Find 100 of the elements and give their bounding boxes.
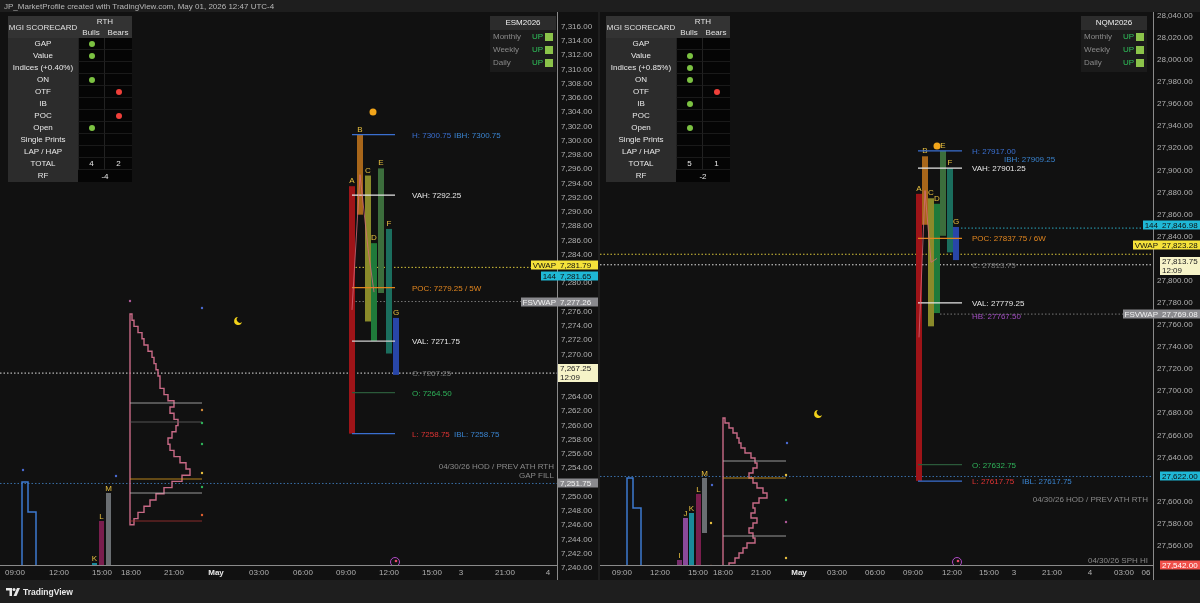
price-label: 27,760.00 xyxy=(1157,319,1193,329)
price-tag: 27,622.00 xyxy=(1160,471,1200,481)
price-label: 7,314.00 xyxy=(561,35,593,45)
level-line xyxy=(917,237,963,239)
time-label: 06:00 xyxy=(293,568,313,577)
price-label: 7,254.00 xyxy=(561,462,593,472)
period-letter: B xyxy=(357,124,363,134)
period-letter: G xyxy=(952,216,960,226)
trend-direction: UP xyxy=(1122,58,1134,67)
level-label: O: 27632.75 xyxy=(972,460,1017,470)
trend-period: Weekly xyxy=(493,45,521,54)
level-label: IBL: 7258.75 xyxy=(454,429,500,439)
status-dot xyxy=(686,64,693,71)
price-label: 7,240.00 xyxy=(561,562,593,572)
level-label: VAH: 27901.25 xyxy=(972,164,1026,174)
time-label: 03:00 xyxy=(1114,568,1134,577)
moon-icon xyxy=(814,410,822,418)
total-count: 4 xyxy=(78,158,104,170)
price-tag: 7,281.65 xyxy=(558,271,598,281)
level-line xyxy=(917,302,963,304)
rf-value: -4 xyxy=(78,170,132,182)
chart-note: GAP FILL xyxy=(519,471,554,480)
price-label: 7,292.00 xyxy=(561,192,593,202)
time-label: 09:00 xyxy=(336,568,356,577)
time-label: 15:00 xyxy=(688,568,708,577)
time-label: 21:00 xyxy=(1042,568,1062,577)
time-label: 4 xyxy=(1087,568,1093,577)
price-label: 7,308.00 xyxy=(561,78,593,88)
period-letter: I xyxy=(678,551,681,560)
trend-direction: UP xyxy=(1122,32,1134,41)
level-label: POC: 27837.75 / 6W xyxy=(972,234,1046,244)
price-tag-label: 144 xyxy=(540,271,558,281)
price-label: 27,840.00 xyxy=(1157,231,1193,241)
price-tag: 27,769.08 xyxy=(1160,309,1200,319)
chart-note: 04/30/26 HOD / PREV ATH RTH xyxy=(438,462,554,471)
price-label: 27,580.00 xyxy=(1157,518,1193,528)
trend-direction: UP xyxy=(531,58,543,67)
level-label: H: 7300.75 xyxy=(412,130,452,140)
target-icon xyxy=(390,557,400,565)
level-line xyxy=(351,392,396,394)
price-label: 7,298.00 xyxy=(561,149,593,159)
brand-name: TradingView xyxy=(23,586,73,597)
price-label: 7,248.00 xyxy=(561,505,593,515)
price-label: 7,256.00 xyxy=(561,448,593,458)
status-dot xyxy=(686,76,693,83)
target-icon xyxy=(952,557,962,565)
rf-value: -2 xyxy=(676,170,730,182)
level-line xyxy=(917,167,963,169)
price-label: 7,246.00 xyxy=(561,519,593,529)
price-label: 7,306.00 xyxy=(561,92,593,102)
level-line xyxy=(351,433,396,435)
period-letter: A xyxy=(916,183,922,193)
period-letter: F xyxy=(386,218,392,228)
price-label: 7,284.00 xyxy=(561,249,593,259)
level-line xyxy=(917,480,963,482)
status-dot xyxy=(115,112,122,119)
time-label: 09:00 xyxy=(5,568,25,577)
price-label: 27,740.00 xyxy=(1157,341,1193,351)
period-letter: C xyxy=(928,188,934,198)
column-header: Bulls xyxy=(676,27,702,38)
period-letter: L xyxy=(696,485,701,494)
price-label: 7,296.00 xyxy=(561,163,593,173)
price-label: 7,304.00 xyxy=(561,106,593,116)
period-letter: E xyxy=(940,140,946,150)
price-tag-label: 144 xyxy=(1142,220,1160,230)
price-label: 7,310.00 xyxy=(561,64,593,74)
total-count: 2 xyxy=(104,158,132,170)
period-letter: A xyxy=(349,176,355,186)
period-letter: B xyxy=(922,146,928,156)
time-label: 21:00 xyxy=(495,568,515,577)
price-label: 7,286.00 xyxy=(561,235,593,245)
sun-icon xyxy=(933,142,941,150)
column-header: Bears xyxy=(104,27,132,38)
trend-direction: UP xyxy=(531,45,543,54)
sun-icon xyxy=(369,108,377,116)
status-dot xyxy=(88,76,95,83)
time-label: 12:00 xyxy=(650,568,670,577)
time-label: 21:00 xyxy=(164,568,184,577)
status-dot xyxy=(115,88,122,95)
symbol-title: NQM2026 xyxy=(1081,16,1147,30)
total-count: 5 xyxy=(676,158,702,170)
level-line xyxy=(917,464,963,466)
price-label: 7,276.00 xyxy=(561,306,593,316)
header-text: JP_MarketProfile created with TradingView.com, May 01, 2026 12:47 UTC-4 xyxy=(4,1,275,11)
period-letter: M xyxy=(105,484,112,493)
time-label: 15:00 xyxy=(422,568,442,577)
trend-direction: UP xyxy=(531,32,543,41)
price-label: 7,262.00 xyxy=(561,405,593,415)
price-label: 28,000.00 xyxy=(1157,54,1193,64)
price-label: 28,020.00 xyxy=(1157,32,1193,42)
price-label: 7,316.00 xyxy=(561,21,593,31)
price-tag: 7,251.75 xyxy=(558,478,598,488)
price-tag-label: VWAP xyxy=(1132,240,1160,250)
level-label: POC: 7279.25 / 5W xyxy=(412,283,482,293)
scorecard-title: MGI SCORECARD xyxy=(606,16,676,38)
level-line xyxy=(351,194,396,196)
time-label: 15:00 xyxy=(92,568,112,577)
logo-icon xyxy=(6,587,20,596)
price-tag: 27,846.98 xyxy=(1160,220,1200,230)
price-label: 7,312.00 xyxy=(561,49,593,59)
